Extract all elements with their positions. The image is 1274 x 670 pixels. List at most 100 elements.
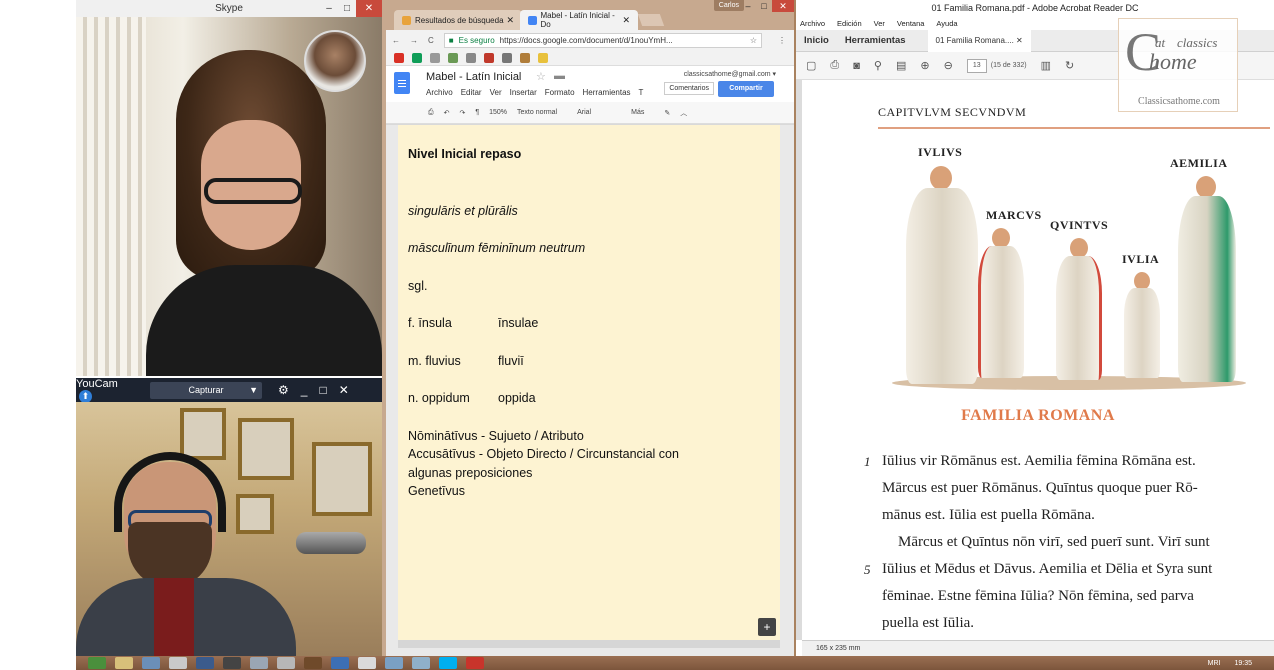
font-select[interactable]: Arial — [577, 109, 591, 116]
menu-ver[interactable]: Ver — [490, 88, 502, 97]
gmail-bookmark-icon[interactable] — [394, 52, 404, 63]
chrome-taskbar-icon[interactable] — [358, 657, 376, 669]
youcam-minimize-button[interactable]: _ — [301, 383, 308, 397]
skype-close-button[interactable]: ✕ — [356, 0, 382, 17]
back-icon[interactable]: ← — [392, 36, 400, 45]
zoom-select[interactable]: 150% — [489, 109, 507, 116]
page-up-icon[interactable]: ⊕ — [920, 59, 929, 72]
menu-archivo[interactable]: Archivo — [426, 88, 453, 97]
more-button[interactable]: Más — [631, 109, 644, 116]
drive-bookmark-icon[interactable] — [412, 52, 422, 63]
taskbar-app-icon[interactable] — [196, 657, 214, 669]
tab-search-results[interactable]: Resultados de búsqueda ✕ — [394, 10, 522, 30]
add-button[interactable]: + — [758, 618, 776, 636]
settings-gear-icon[interactable]: ⚙ — [278, 383, 289, 397]
account-email[interactable]: classicsathome@gmail.com ▾ — [684, 70, 776, 78]
tray-clock[interactable]: 19:35 — [1234, 660, 1252, 667]
bookmark-star-icon[interactable]: ☆ — [750, 36, 761, 45]
edit-mode-icon[interactable]: ✎ — [664, 109, 670, 117]
docs-logo-icon[interactable] — [394, 72, 410, 94]
tray-language[interactable]: MRI — [1208, 660, 1221, 667]
print-icon[interactable]: ⎙ — [830, 59, 839, 72]
bookmark-icon[interactable] — [466, 52, 476, 63]
menu-archivo[interactable]: Archivo — [800, 19, 825, 28]
menu-herramientas[interactable]: Herramientas — [583, 88, 631, 97]
youcam-close-button[interactable]: ✕ — [339, 383, 349, 397]
menu-ventana[interactable]: Ventana — [897, 19, 925, 28]
tab-document[interactable]: 01 Familia Romana.... ✕ — [927, 29, 1031, 52]
menu-t[interactable]: T — [639, 88, 644, 97]
youcam-update-icon[interactable]: ⬆ — [79, 389, 92, 403]
snapshot-icon[interactable]: ◙ — [853, 60, 860, 72]
print-icon[interactable]: ⎙ — [428, 109, 434, 117]
chrome-close-button[interactable]: ✕ — [772, 0, 794, 12]
capture-dropdown[interactable]: Capturar ▼ — [150, 381, 262, 399]
taskbar-app-icon[interactable] — [223, 657, 241, 669]
tab-herramientas[interactable]: Herramientas — [837, 35, 914, 46]
page-thumbnail-icon[interactable]: ▤ — [896, 59, 906, 72]
comments-button[interactable]: Comentarios — [664, 82, 714, 95]
chrome-menu-icon[interactable]: ⋮ — [778, 36, 786, 45]
redo-icon[interactable]: ↷ — [459, 109, 465, 117]
document-page[interactable]: Nivel Inicial repaso singulāris et plūrā… — [398, 125, 780, 640]
taskbar-app-icon[interactable] — [385, 657, 403, 669]
latin-text: 1 Iūlius vir Rōmānus est. Aemilia fēmina … — [864, 448, 1264, 637]
share-button[interactable]: Compartir — [718, 81, 774, 97]
tab-close-icon[interactable]: ✕ — [622, 15, 630, 26]
skype-taskbar-icon[interactable] — [439, 657, 457, 669]
folder-icon[interactable]: ▬ — [554, 70, 565, 82]
horizontal-scrollbar[interactable] — [398, 640, 780, 648]
folder-bookmark-icon[interactable] — [538, 52, 548, 63]
menu-editar[interactable]: Editar — [461, 88, 482, 97]
bookmark-icon[interactable] — [520, 52, 530, 63]
new-tab-button[interactable] — [637, 14, 665, 26]
url-text[interactable]: https://docs.google.com/document/d/1nouY… — [500, 36, 673, 45]
acrobat-taskbar-icon[interactable] — [466, 657, 484, 669]
tab-close-icon[interactable]: ✕ — [1016, 36, 1023, 45]
style-select[interactable]: Texto normal — [517, 109, 557, 116]
microphone-icon[interactable] — [250, 657, 268, 669]
tab-close-icon[interactable]: ✕ — [506, 15, 514, 26]
menu-formato[interactable]: Formato — [545, 88, 575, 97]
taskbar-app-icon[interactable] — [412, 657, 430, 669]
undo-icon[interactable]: ↶ — [444, 109, 450, 117]
taskbar-app-icon[interactable] — [142, 657, 160, 669]
self-view-thumbnail[interactable] — [304, 30, 366, 92]
page-down-icon[interactable]: ⊖ — [944, 59, 953, 72]
menu-ayuda[interactable]: Ayuda — [936, 19, 957, 28]
taskbar-app-icon[interactable] — [304, 657, 322, 669]
document-title[interactable]: Mabel - Latín Inicial — [426, 71, 521, 83]
collapse-icon[interactable]: ︿ — [680, 108, 687, 118]
bookmark-icon[interactable] — [484, 52, 494, 63]
pdf-page[interactable]: CAPITVLVM SECVNDVM IVLIVS MARCVS QVINTVS… — [802, 80, 1274, 640]
save-icon[interactable]: ▢ — [806, 59, 816, 72]
taskbar-app-icon[interactable] — [169, 657, 187, 669]
tab-google-doc[interactable]: Mabel - Latín Inicial - Do ✕ — [520, 10, 638, 30]
chrome-maximize-button[interactable]: □ — [756, 0, 772, 12]
explorer-icon[interactable] — [115, 657, 133, 669]
menu-edicion[interactable]: Edición — [837, 19, 862, 28]
classicsathome-logo: C at classics home Classicsathome.com — [1118, 18, 1238, 112]
address-bar[interactable]: ■ Es seguro https://docs.google.com/docu… — [443, 32, 762, 48]
bookmark-icon[interactable] — [502, 52, 512, 63]
taskbar-app-icon[interactable] — [277, 657, 295, 669]
paint-format-icon[interactable]: ¶ — [475, 109, 479, 116]
menu-ver[interactable]: Ver — [874, 19, 885, 28]
start-button-icon[interactable] — [88, 657, 106, 669]
page-bookmark-icon[interactable] — [430, 52, 440, 63]
youcam-maximize-button[interactable]: □ — [319, 383, 326, 397]
star-icon[interactable]: ☆ — [536, 70, 546, 83]
bookmark-icon[interactable] — [448, 52, 458, 63]
menu-insertar[interactable]: Insertar — [510, 88, 537, 97]
skype-maximize-button[interactable]: □ — [338, 0, 356, 17]
taskbar-app-icon[interactable] — [331, 657, 349, 669]
rotate-icon[interactable]: ↻ — [1065, 59, 1074, 72]
page-number-input[interactable]: 13 — [966, 58, 987, 73]
forward-icon[interactable]: → — [410, 36, 418, 45]
search-icon[interactable]: ⚲ — [874, 59, 882, 72]
fit-page-icon[interactable]: ▥ — [1041, 59, 1051, 72]
reload-icon[interactable]: C — [428, 36, 434, 45]
skype-minimize-button[interactable]: – — [320, 0, 338, 17]
tab-inicio[interactable]: Inicio — [796, 35, 837, 46]
chrome-minimize-button[interactable]: – — [740, 0, 756, 12]
